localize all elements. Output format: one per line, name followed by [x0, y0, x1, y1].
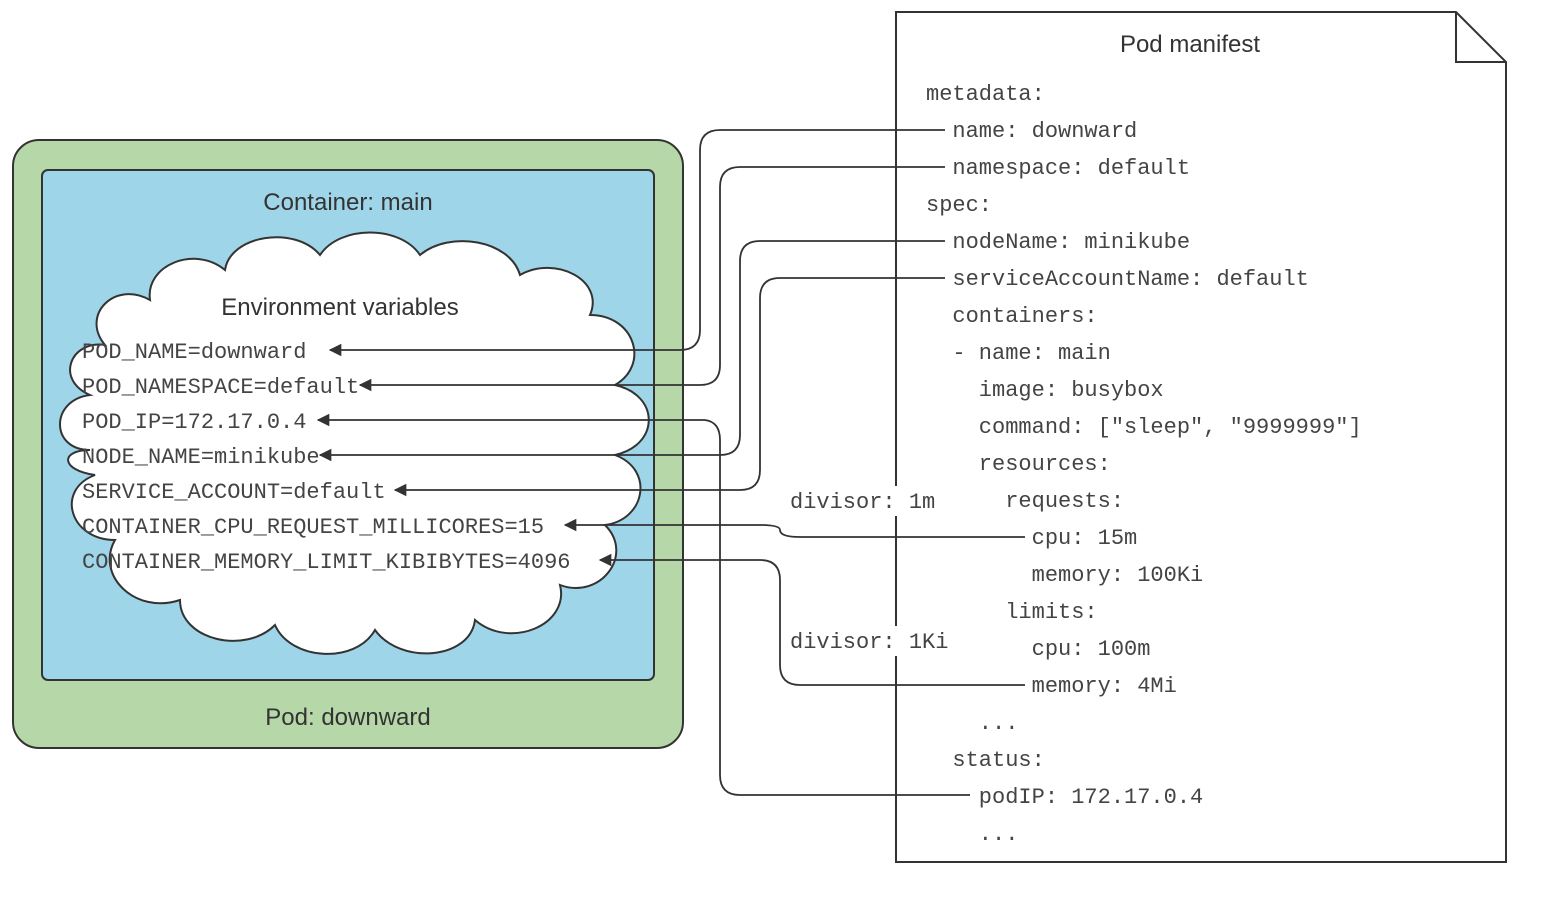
env-var: SERVICE_ACCOUNT=default [82, 480, 386, 505]
divisor-label: divisor: 1m [790, 490, 935, 515]
manifest-title: Pod manifest [1120, 31, 1260, 58]
env-title: Environment variables [221, 294, 458, 321]
manifest-line: - name: main [926, 341, 1111, 366]
env-var: POD_NAME=downward [82, 340, 306, 365]
manifest-line: resources: [926, 452, 1111, 477]
manifest-line: namespace: default [926, 156, 1190, 181]
manifest-line: serviceAccountName: default [926, 267, 1309, 292]
env-var: POD_IP=172.17.0.4 [82, 410, 306, 435]
manifest-line: ... [926, 711, 1018, 736]
manifest-line: command: ["sleep", "9999999"] [926, 415, 1362, 440]
manifest-line: status: [926, 748, 1045, 773]
manifest-line: containers: [926, 304, 1098, 329]
manifest-line: limits: [926, 600, 1098, 625]
manifest-line: cpu: 15m [926, 526, 1137, 551]
env-var: POD_NAMESPACE=default [82, 375, 359, 400]
manifest-line: memory: 4Mi [926, 674, 1177, 699]
manifest-line: name: downward [926, 119, 1137, 144]
pod-label: Pod: downward [265, 704, 430, 731]
manifest-line: spec: [926, 193, 992, 218]
manifest-line: image: busybox [926, 378, 1164, 403]
diagram: Pod: downward Container: main Environmen… [0, 0, 1563, 911]
container-label: Container: main [263, 189, 432, 216]
divisor-label: divisor: 1Ki [790, 630, 948, 655]
manifest-line: ... [926, 822, 1018, 847]
manifest-line: memory: 100Ki [926, 563, 1203, 588]
manifest-line: nodeName: minikube [926, 230, 1190, 255]
manifest-line: podIP: 172.17.0.4 [926, 785, 1203, 810]
env-var: CONTAINER_CPU_REQUEST_MILLICORES=15 [82, 515, 544, 540]
manifest-line: metadata: [926, 82, 1045, 107]
env-var: CONTAINER_MEMORY_LIMIT_KIBIBYTES=4096 [82, 550, 570, 575]
env-var: NODE_NAME=minikube [82, 445, 320, 470]
